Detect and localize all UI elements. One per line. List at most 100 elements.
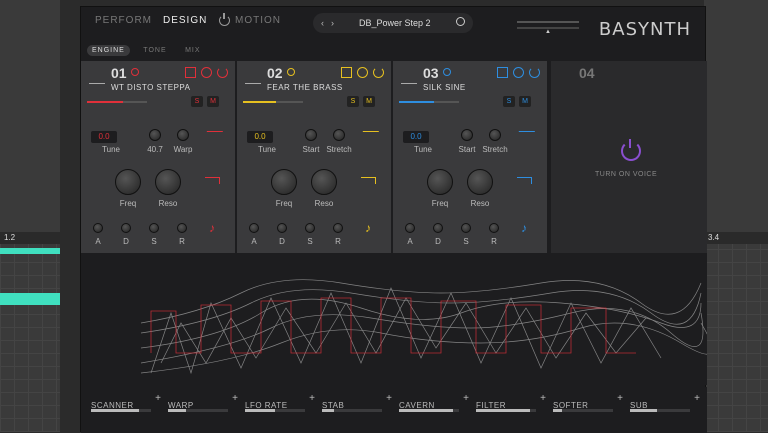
macro-add-icon[interactable]: + xyxy=(540,393,546,404)
attack-knob[interactable] xyxy=(93,223,103,233)
note-icon[interactable]: ♪ xyxy=(209,221,215,235)
filter-type-icon[interactable] xyxy=(205,177,220,184)
edit-icon[interactable] xyxy=(497,67,508,78)
param-knob-2[interactable] xyxy=(461,129,473,141)
voice-power-icon[interactable] xyxy=(373,67,384,78)
mod-icon[interactable] xyxy=(514,131,536,142)
macro-add-icon[interactable]: + xyxy=(386,393,392,404)
decay-knob[interactable] xyxy=(121,223,131,233)
search-icon[interactable] xyxy=(456,17,465,26)
voice-level-bar[interactable] xyxy=(87,101,147,103)
macro-slider[interactable] xyxy=(322,409,382,412)
attack-knob[interactable] xyxy=(405,223,415,233)
macro-add-icon[interactable]: + xyxy=(232,393,238,404)
freq-knob[interactable] xyxy=(427,169,453,195)
voice-search-icon[interactable] xyxy=(131,68,139,76)
turn-on-voice-power-icon[interactable] xyxy=(621,141,641,161)
tab-motion[interactable]: MOTION xyxy=(235,15,281,26)
voice-3-panel: 03 SILK SINE S M 0.0 Tune Start Stretch … xyxy=(393,61,547,255)
reso-knob[interactable] xyxy=(467,169,493,195)
macro-add-icon[interactable]: + xyxy=(694,393,700,404)
macro-6[interactable]: SOFTER + xyxy=(553,393,623,419)
param-knob-3[interactable] xyxy=(177,129,189,141)
macro-7[interactable]: SUB + xyxy=(630,393,700,419)
mute-button[interactable]: M xyxy=(207,96,219,107)
macro-1[interactable]: WARP + xyxy=(168,393,238,419)
voice-search-icon[interactable] xyxy=(443,68,451,76)
macro-slider[interactable] xyxy=(399,409,459,412)
edit-icon[interactable] xyxy=(185,67,196,78)
master-volume-slider[interactable] xyxy=(517,21,579,23)
solo-button[interactable]: S xyxy=(191,96,203,107)
filter-type-icon[interactable] xyxy=(361,177,376,184)
param-knob-2[interactable] xyxy=(149,129,161,141)
decay-knob[interactable] xyxy=(433,223,443,233)
basynth-logo: BASYNTH xyxy=(598,19,691,40)
macro-slider[interactable] xyxy=(553,409,613,412)
freq-knob[interactable] xyxy=(115,169,141,195)
subtab-mix[interactable]: MIX xyxy=(180,45,205,56)
preset-selector[interactable]: ‹ › DB_Power Step 2 xyxy=(313,13,473,33)
macro-add-icon[interactable]: + xyxy=(463,393,469,404)
prev-preset-icon[interactable]: ‹ xyxy=(321,13,324,33)
reso-knob[interactable] xyxy=(155,169,181,195)
decay-knob[interactable] xyxy=(277,223,287,233)
next-preset-icon[interactable]: › xyxy=(331,13,334,33)
daw-clip-left-2[interactable] xyxy=(0,293,60,305)
macro-3[interactable]: STAB + xyxy=(322,393,392,419)
param-knob-3[interactable] xyxy=(333,129,345,141)
macro-add-icon[interactable]: + xyxy=(155,393,161,404)
macro-slider[interactable] xyxy=(476,409,536,412)
tune-field[interactable]: 0.0 xyxy=(91,131,117,143)
note-icon[interactable]: ♪ xyxy=(365,221,371,235)
param-knob-2[interactable] xyxy=(305,129,317,141)
voice-level-bar[interactable] xyxy=(399,101,459,103)
note-icon[interactable]: ♪ xyxy=(521,221,527,235)
attack-knob[interactable] xyxy=(249,223,259,233)
sustain-knob[interactable] xyxy=(461,223,471,233)
macro-2[interactable]: LFO RATE + xyxy=(245,393,315,419)
mute-button[interactable]: M xyxy=(363,96,375,107)
macro-5[interactable]: FILTER + xyxy=(476,393,546,419)
tab-perform[interactable]: PERFORM xyxy=(95,15,152,26)
tune-field[interactable]: 0.0 xyxy=(403,131,429,143)
mod-icon[interactable] xyxy=(358,131,380,142)
subtab-engine[interactable]: ENGINE xyxy=(87,45,130,56)
macro-4[interactable]: CAVERN + xyxy=(399,393,469,419)
reso-knob[interactable] xyxy=(311,169,337,195)
mod-icon[interactable] xyxy=(202,131,224,142)
mute-button[interactable]: M xyxy=(519,96,531,107)
link-icon[interactable] xyxy=(201,67,212,78)
voice-power-icon[interactable] xyxy=(217,67,228,78)
edit-icon[interactable] xyxy=(341,67,352,78)
link-icon[interactable] xyxy=(513,67,524,78)
sustain-knob[interactable] xyxy=(305,223,315,233)
voice-level-bar[interactable] xyxy=(243,101,303,103)
release-knob[interactable] xyxy=(333,223,343,233)
voice-number: 03 xyxy=(423,65,439,81)
sustain-knob[interactable] xyxy=(149,223,159,233)
release-knob[interactable] xyxy=(489,223,499,233)
macro-add-icon[interactable]: + xyxy=(309,393,315,404)
solo-button[interactable]: S xyxy=(503,96,515,107)
macro-slider[interactable] xyxy=(91,409,151,412)
macro-slider[interactable] xyxy=(245,409,305,412)
tune-label: Tune xyxy=(102,145,120,154)
link-icon[interactable] xyxy=(357,67,368,78)
filter-type-icon[interactable] xyxy=(517,177,532,184)
release-knob[interactable] xyxy=(177,223,187,233)
macro-0[interactable]: SCANNER + xyxy=(91,393,161,419)
volume-handle-icon[interactable]: ▲ xyxy=(545,29,551,35)
solo-button[interactable]: S xyxy=(347,96,359,107)
param-knob-3[interactable] xyxy=(489,129,501,141)
freq-knob[interactable] xyxy=(271,169,297,195)
macro-slider[interactable] xyxy=(168,409,228,412)
tune-field[interactable]: 0.0 xyxy=(247,131,273,143)
macro-add-icon[interactable]: + xyxy=(617,393,623,404)
tab-design[interactable]: DESIGN xyxy=(163,15,207,26)
voice-search-icon[interactable] xyxy=(287,68,295,76)
macro-slider[interactable] xyxy=(630,409,690,412)
daw-clip-left-1[interactable] xyxy=(0,248,60,254)
subtab-tone[interactable]: TONE xyxy=(138,45,171,56)
voice-power-icon[interactable] xyxy=(529,67,540,78)
